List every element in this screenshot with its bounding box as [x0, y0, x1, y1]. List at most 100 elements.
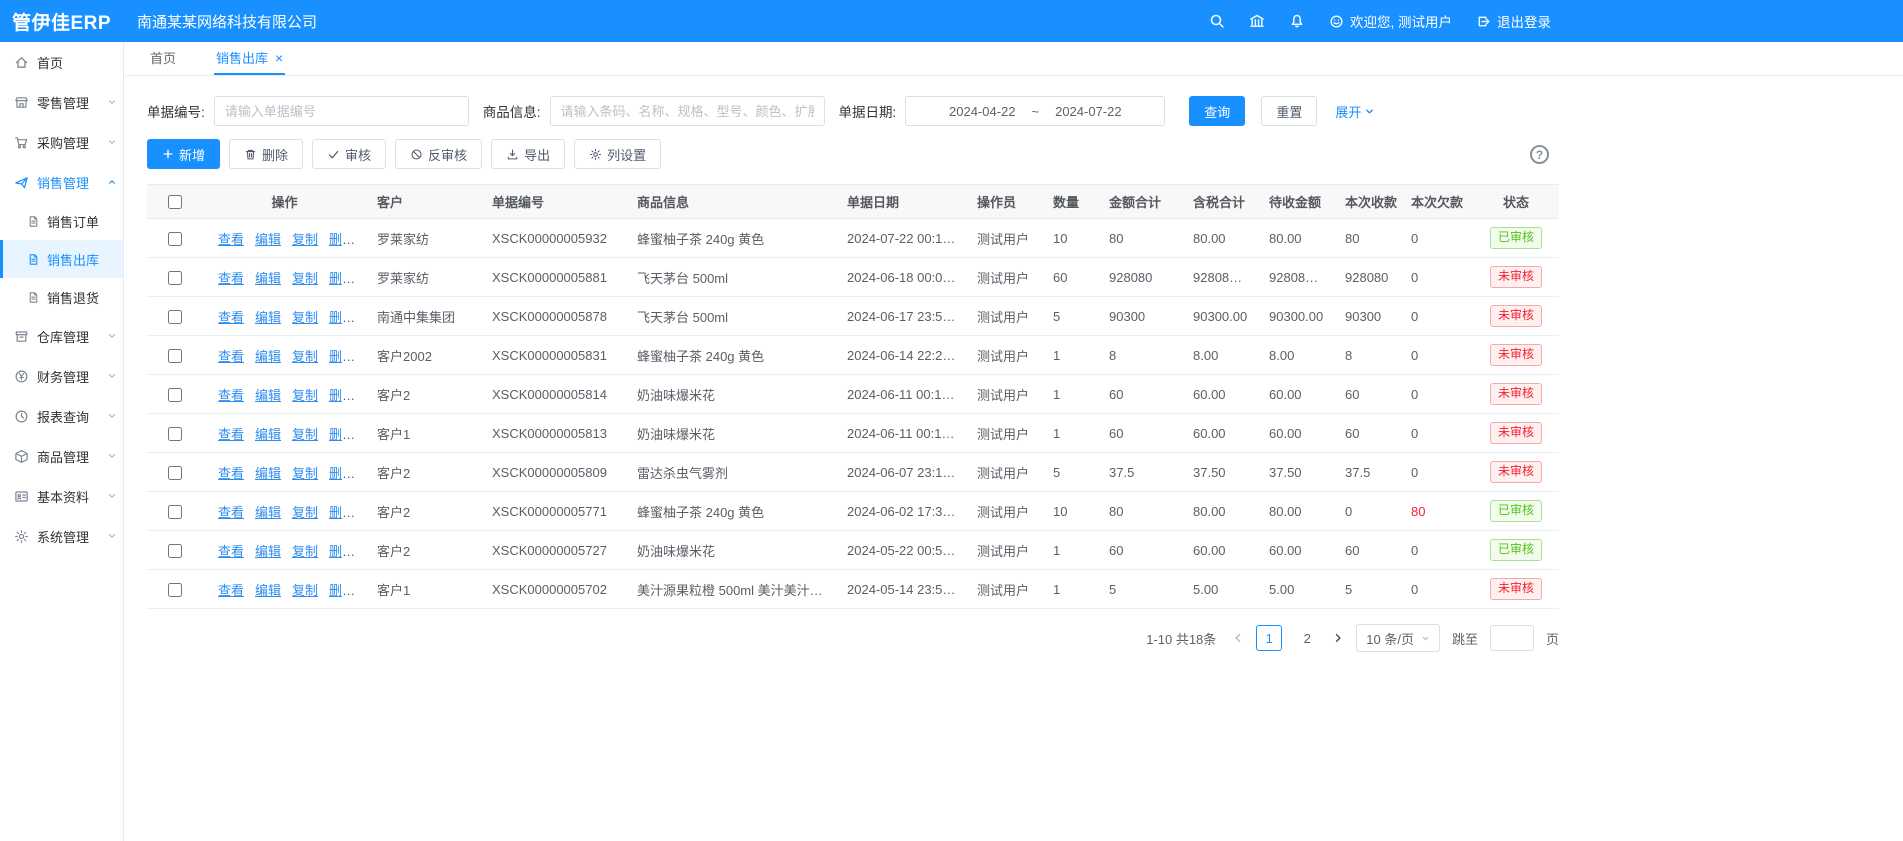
add-button[interactable]: 新增: [147, 139, 220, 169]
edit-link[interactable]: 编辑: [255, 583, 281, 598]
jump-page-input[interactable]: [1490, 625, 1534, 651]
sidebar-item-finance[interactable]: 财务管理: [0, 356, 123, 396]
delete-link[interactable]: 删除: [329, 271, 355, 286]
edit-link[interactable]: 编辑: [255, 349, 281, 364]
edit-link[interactable]: 编辑: [255, 505, 281, 520]
sidebar-item-retail[interactable]: 零售管理: [0, 82, 123, 122]
sidebar-item-sales[interactable]: 销售管理: [0, 162, 123, 202]
view-link[interactable]: 查看: [218, 427, 244, 442]
delete-link[interactable]: 删除: [329, 583, 355, 598]
view-link[interactable]: 查看: [218, 544, 244, 559]
logout-button[interactable]: 退出登录: [1476, 11, 1551, 31]
order-no-input[interactable]: [214, 96, 469, 126]
sidebar-item-system[interactable]: 系统管理: [0, 516, 123, 556]
table-row[interactable]: 查看编辑复制删除 客户2 XSCK00000005771 蜂蜜柚子茶 240g …: [147, 492, 1559, 531]
edit-link[interactable]: 编辑: [255, 310, 281, 325]
copy-link[interactable]: 复制: [292, 505, 318, 520]
edit-link[interactable]: 编辑: [255, 544, 281, 559]
view-link[interactable]: 查看: [218, 349, 244, 364]
copy-link[interactable]: 复制: [292, 271, 318, 286]
sidebar-item-purchase[interactable]: 采购管理: [0, 122, 123, 162]
copy-link[interactable]: 复制: [292, 388, 318, 403]
sidebar-item-reports[interactable]: 报表查询: [0, 396, 123, 436]
copy-link[interactable]: 复制: [292, 544, 318, 559]
delete-link[interactable]: 删除: [329, 505, 355, 520]
view-link[interactable]: 查看: [218, 232, 244, 247]
copy-link[interactable]: 复制: [292, 583, 318, 598]
select-all-checkbox[interactable]: [168, 195, 182, 209]
reset-button[interactable]: 重置: [1261, 96, 1317, 126]
copy-link[interactable]: 复制: [292, 427, 318, 442]
sidebar-item-products[interactable]: 商品管理: [0, 436, 123, 476]
view-link[interactable]: 查看: [218, 271, 244, 286]
row-checkbox[interactable]: [168, 505, 182, 519]
product-info-input[interactable]: [550, 96, 825, 126]
row-checkbox[interactable]: [168, 427, 182, 441]
row-checkbox[interactable]: [168, 544, 182, 558]
edit-link[interactable]: 编辑: [255, 427, 281, 442]
search-icon[interactable]: [1209, 13, 1225, 29]
delete-link[interactable]: 删除: [329, 310, 355, 325]
copy-link[interactable]: 复制: [292, 349, 318, 364]
row-checkbox[interactable]: [168, 583, 182, 597]
delete-link[interactable]: 删除: [329, 427, 355, 442]
delete-button[interactable]: 删除: [229, 139, 303, 169]
table-row[interactable]: 查看编辑复制删除 客户2 XSCK00000005814 奶油味爆米花 2024…: [147, 375, 1559, 414]
row-checkbox[interactable]: [168, 310, 182, 324]
sidebar-item-sales-order[interactable]: 销售订单: [0, 202, 123, 240]
row-checkbox[interactable]: [168, 271, 182, 285]
unaudit-button[interactable]: 反审核: [395, 139, 482, 169]
copy-link[interactable]: 复制: [292, 466, 318, 481]
sidebar-item-home[interactable]: 首页: [0, 42, 123, 82]
row-checkbox[interactable]: [168, 349, 182, 363]
table-row[interactable]: 查看编辑复制删除 罗莱家纺 XSCK00000005881 飞天茅台 500ml…: [147, 258, 1559, 297]
table-row[interactable]: 查看编辑复制删除 客户2 XSCK00000005809 雷达杀虫气雾剂 202…: [147, 453, 1559, 492]
bell-icon[interactable]: [1289, 13, 1305, 29]
edit-link[interactable]: 编辑: [255, 232, 281, 247]
view-link[interactable]: 查看: [218, 583, 244, 598]
delete-link[interactable]: 删除: [329, 466, 355, 481]
sidebar-item-basic-data[interactable]: 基本资料: [0, 476, 123, 516]
view-link[interactable]: 查看: [218, 310, 244, 325]
copy-link[interactable]: 复制: [292, 310, 318, 325]
row-checkbox[interactable]: [168, 388, 182, 402]
search-button[interactable]: 查询: [1189, 96, 1245, 126]
tab-sales-outbound[interactable]: 销售出库 ×: [214, 42, 285, 75]
view-link[interactable]: 查看: [218, 466, 244, 481]
edit-link[interactable]: 编辑: [255, 466, 281, 481]
delete-link[interactable]: 删除: [329, 232, 355, 247]
page-size-select[interactable]: 10 条/页: [1356, 624, 1440, 652]
sidebar-item-warehouse[interactable]: 仓库管理: [0, 316, 123, 356]
table-row[interactable]: 查看编辑复制删除 客户2002 XSCK00000005831 蜂蜜柚子茶 24…: [147, 336, 1559, 375]
sidebar-item-sales-outbound[interactable]: 销售出库: [0, 240, 123, 278]
date-range-picker[interactable]: 2024-04-22 ~ 2024-07-22: [905, 96, 1165, 126]
edit-link[interactable]: 编辑: [255, 271, 281, 286]
delete-link[interactable]: 删除: [329, 349, 355, 364]
bank-icon[interactable]: [1249, 13, 1265, 29]
table-row[interactable]: 查看编辑复制删除 客户1 XSCK00000005813 奶油味爆米花 2024…: [147, 414, 1559, 453]
prev-page-icon[interactable]: [1232, 632, 1244, 644]
close-icon[interactable]: ×: [275, 51, 283, 65]
view-link[interactable]: 查看: [218, 505, 244, 520]
view-link[interactable]: 查看: [218, 388, 244, 403]
table-row[interactable]: 查看编辑复制删除 客户2 XSCK00000005727 奶油味爆米花 2024…: [147, 531, 1559, 570]
user-welcome[interactable]: 欢迎您, 测试用户: [1329, 11, 1452, 31]
row-checkbox[interactable]: [168, 232, 182, 246]
column-settings-button[interactable]: 列设置: [574, 139, 661, 169]
export-button[interactable]: 导出: [491, 139, 565, 169]
page-number-2[interactable]: 2: [1294, 625, 1320, 651]
page-number-1[interactable]: 1: [1256, 625, 1282, 651]
delete-link[interactable]: 删除: [329, 388, 355, 403]
audit-button[interactable]: 审核: [312, 139, 386, 169]
help-icon[interactable]: ?: [1530, 145, 1549, 164]
expand-link[interactable]: 展开: [1335, 102, 1375, 121]
table-row[interactable]: 查看编辑复制删除 客户1 XSCK00000005702 美汁源果粒橙 500m…: [147, 570, 1559, 609]
table-row[interactable]: 查看编辑复制删除 罗莱家纺 XSCK00000005932 蜂蜜柚子茶 240g…: [147, 219, 1559, 258]
copy-link[interactable]: 复制: [292, 232, 318, 247]
sidebar-item-sales-return[interactable]: 销售退货: [0, 278, 123, 316]
table-row[interactable]: 查看编辑复制删除 南通中集集团 XSCK00000005878 飞天茅台 500…: [147, 297, 1559, 336]
delete-link[interactable]: 删除: [329, 544, 355, 559]
edit-link[interactable]: 编辑: [255, 388, 281, 403]
tab-home[interactable]: 首页: [148, 42, 178, 75]
row-checkbox[interactable]: [168, 466, 182, 480]
